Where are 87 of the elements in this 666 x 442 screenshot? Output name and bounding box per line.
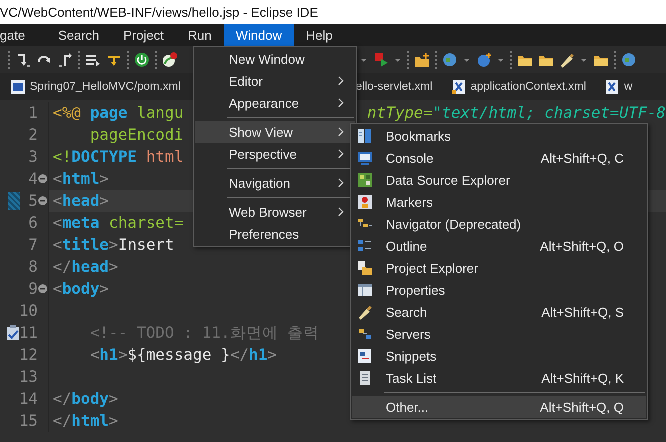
- line-number: 13: [19, 368, 38, 386]
- folder-icon: [357, 260, 373, 276]
- step-return-icon[interactable]: [57, 52, 73, 68]
- line-number: 7: [28, 236, 38, 254]
- menu-item[interactable]: Project Explorer: [352, 257, 646, 279]
- change-marker: [8, 192, 20, 210]
- list-icon: [357, 370, 373, 386]
- editor-tab[interactable]: ello-servlet.xml: [356, 80, 433, 92]
- snippet-icon: [357, 348, 373, 364]
- run-icon[interactable]: [373, 52, 389, 68]
- line-number: 5: [28, 192, 38, 210]
- monitor-icon: [357, 150, 373, 166]
- grid-icon: [357, 172, 373, 188]
- line-number: 2: [28, 126, 38, 144]
- line-number: 12: [19, 346, 38, 364]
- code-line: <h1>${message }</h1>: [90, 346, 278, 364]
- line-number: 15: [19, 412, 38, 430]
- code-line: </body>: [53, 390, 118, 408]
- book-icon: [357, 128, 373, 144]
- menu-item[interactable]: Perspective: [195, 143, 355, 165]
- leaf-badge-icon[interactable]: [162, 52, 178, 68]
- menu-item[interactable]: Help: [294, 24, 345, 46]
- collapse-icon[interactable]: [38, 174, 48, 184]
- menu-item[interactable]: Search: [46, 24, 112, 46]
- code-line: <html>: [53, 170, 110, 188]
- torch-icon: [357, 304, 373, 320]
- pen-icon[interactable]: [559, 52, 575, 68]
- menu-item[interactable]: Properties: [352, 279, 646, 301]
- line-number: 8: [28, 258, 38, 276]
- code-line: ntType="text/html; charset=UTF-8: [367, 104, 666, 122]
- code-line: <%@ page langu: [53, 104, 184, 122]
- menu-item[interactable]: Console Alt+Shift+Q, C: [352, 147, 646, 169]
- menu-item[interactable]: New Window: [195, 48, 355, 70]
- code-line: </head>: [53, 258, 118, 276]
- menu-item[interactable]: Window: [224, 24, 294, 46]
- code-line: <!-- TODO : 11.화면에 출력: [90, 322, 320, 344]
- line-number: 9: [28, 280, 38, 298]
- menu-item[interactable]: Editor: [195, 70, 355, 92]
- window-title: VC/WebContent/WEB-INF/views/hello.jsp - Eclipse IDE: [0, 0, 666, 24]
- line-number: 4: [28, 170, 38, 188]
- plus-circle-icon[interactable]: [476, 52, 492, 68]
- servers-icon: [357, 326, 373, 342]
- line-number: 3: [28, 148, 38, 166]
- code-line: <head>: [53, 192, 110, 210]
- menu-item[interactable]: Search Alt+Shift+Q, S: [352, 301, 646, 323]
- code-line: </html>: [53, 412, 118, 430]
- line-number: 10: [19, 302, 38, 320]
- step-into-icon[interactable]: [15, 52, 31, 68]
- xml-file-icon: [450, 78, 467, 94]
- menu-item[interactable]: Snippets: [352, 345, 646, 367]
- code-line: <title>Insert: [53, 236, 174, 254]
- menu-item[interactable]: Data Source Explorer: [352, 169, 646, 191]
- menu-item[interactable]: Servers: [352, 323, 646, 345]
- menu-item[interactable]: Markers: [352, 191, 646, 213]
- code-line: pageEncodi: [90, 126, 184, 144]
- menu-item[interactable]: gate: [0, 24, 46, 46]
- editor-tab[interactable]: applicationContext.xml: [450, 78, 586, 94]
- globe-icon[interactable]: [621, 52, 637, 68]
- file-icon: [10, 78, 26, 94]
- new-folder-icon[interactable]: [414, 52, 430, 68]
- menu-item[interactable]: Run: [176, 24, 224, 46]
- collapse-icon[interactable]: [38, 196, 48, 206]
- menu-item[interactable]: Navigation: [195, 172, 355, 194]
- menu-item[interactable]: Other... Alt+Shift+Q, Q: [352, 396, 646, 418]
- table-icon: [357, 282, 373, 298]
- menu-item[interactable]: Show View: [195, 121, 355, 143]
- menu-item[interactable]: Task List Alt+Shift+Q, K: [352, 367, 646, 389]
- code-line: <meta charset=: [53, 214, 184, 232]
- code-line: <body>: [53, 280, 110, 298]
- line-number: 6: [28, 214, 38, 232]
- menu-item[interactable]: Outline Alt+Shift+Q, O: [352, 235, 646, 257]
- menu-item[interactable]: Appearance: [195, 92, 355, 114]
- line-number: 14: [19, 390, 38, 408]
- editor-tab[interactable]: Spring07_HelloMVC/pom.xml: [10, 78, 188, 94]
- globe-icon[interactable]: [442, 52, 458, 68]
- editor-tab[interactable]: w: [604, 78, 633, 94]
- line-number: 11: [19, 324, 38, 342]
- collapse-icon[interactable]: [38, 284, 48, 294]
- line-number: 1: [28, 104, 38, 122]
- outline-icon: [357, 238, 373, 254]
- menu-item[interactable]: Bookmarks: [352, 125, 646, 147]
- power-icon[interactable]: [134, 52, 150, 68]
- menu-item[interactable]: Project: [112, 24, 176, 46]
- menu-item[interactable]: Navigator (Deprecated): [352, 213, 646, 235]
- code-line: <!DOCTYPE html: [53, 148, 184, 166]
- marker-icon: [357, 194, 373, 210]
- xml-file-icon: [604, 78, 620, 94]
